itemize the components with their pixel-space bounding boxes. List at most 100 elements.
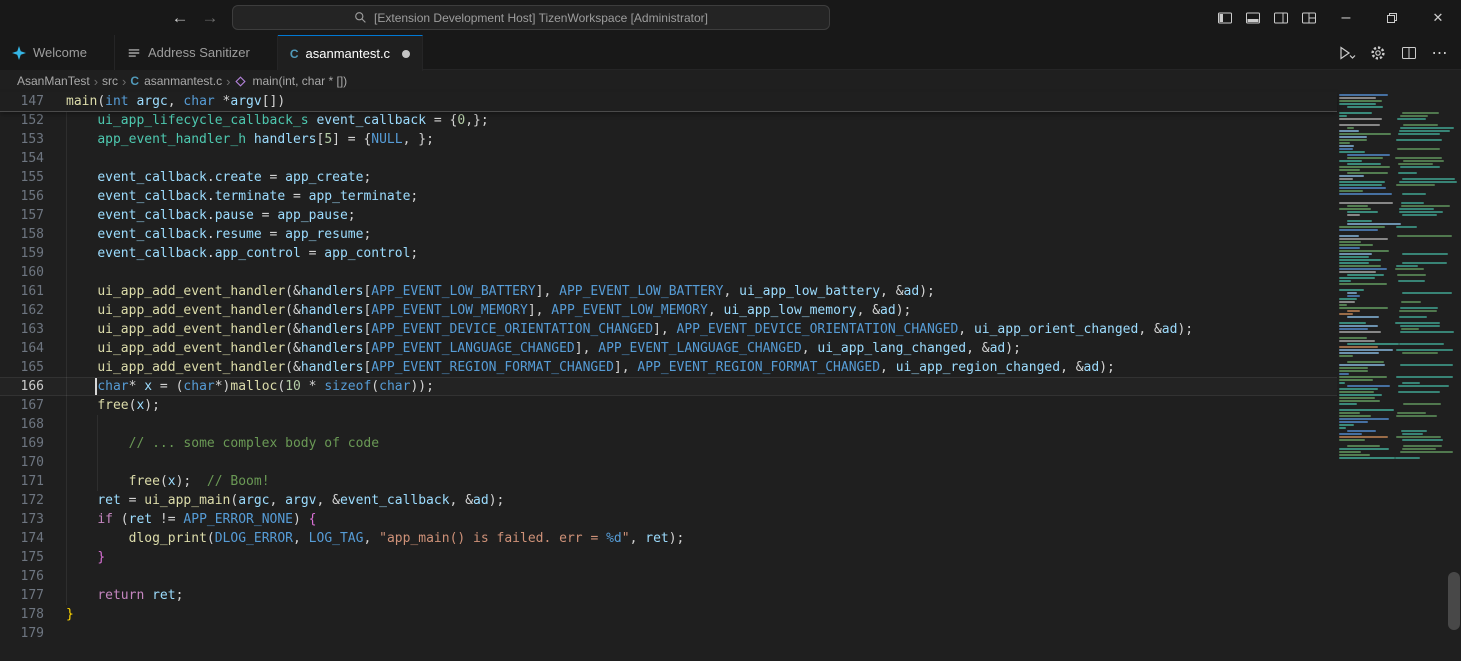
code-line[interactable]: 160 — [0, 263, 1337, 282]
close-button[interactable]: ✕ — [1415, 0, 1461, 35]
line-number[interactable]: 171 — [0, 472, 44, 491]
restore-button[interactable] — [1369, 0, 1415, 35]
code-line[interactable]: 168 — [0, 415, 1337, 434]
symbol-method-icon — [234, 75, 247, 88]
window-title: [Extension Development Host] TizenWorksp… — [374, 11, 708, 25]
minimize-button[interactable]: – — [1323, 0, 1369, 35]
tab-address-sanitizer[interactable]: Address Sanitizer — [115, 35, 278, 70]
title-bar: ← → [Extension Development Host] TizenWo… — [0, 0, 1461, 35]
code-line[interactable]: 169 // ... some complex body of code — [0, 434, 1337, 453]
line-number[interactable]: 147 — [0, 92, 44, 111]
vertical-scrollbar[interactable] — [1447, 92, 1461, 661]
minimap[interactable] — [1337, 92, 1447, 661]
split-editor-button[interactable] — [1398, 41, 1420, 65]
line-number[interactable]: 162 — [0, 301, 44, 320]
breadcrumb-item-main-int-char[interactable]: main(int, char * []) — [234, 74, 347, 88]
breadcrumb-item-src[interactable]: src — [102, 74, 118, 88]
run-or-debug-button[interactable] — [1336, 41, 1358, 65]
code-text: return ret; — [66, 586, 183, 605]
settings-button[interactable] — [1367, 41, 1389, 65]
line-number[interactable]: 159 — [0, 244, 44, 263]
code-line[interactable]: 174 dlog_print(DLOG_ERROR, LOG_TAG, "app… — [0, 529, 1337, 548]
line-number[interactable]: 157 — [0, 206, 44, 225]
line-number[interactable]: 163 — [0, 320, 44, 339]
code-line[interactable]: 159 event_callback.app_control = app_con… — [0, 244, 1337, 263]
code-line[interactable]: 171 free(x); // Boom! — [0, 472, 1337, 491]
line-number[interactable]: 176 — [0, 567, 44, 586]
line-number[interactable]: 158 — [0, 225, 44, 244]
code-line[interactable]: 164 ui_app_add_event_handler(&handlers[A… — [0, 339, 1337, 358]
code-line[interactable]: 152 ui_app_lifecycle_callback_s event_ca… — [0, 111, 1337, 130]
code-text: event_callback.app_control = app_control… — [66, 244, 418, 263]
ellipsis-icon: ⋯ — [1432, 43, 1449, 63]
line-number[interactable]: 164 — [0, 339, 44, 358]
line-number[interactable]: 170 — [0, 453, 44, 472]
code-line[interactable]: 154 — [0, 149, 1337, 168]
toggle-panel-button[interactable] — [1239, 0, 1267, 35]
code-line[interactable]: 179 — [0, 624, 1337, 643]
code-text: event_callback.resume = app_resume; — [66, 225, 371, 244]
line-number[interactable]: 174 — [0, 529, 44, 548]
line-number[interactable]: 173 — [0, 510, 44, 529]
line-number[interactable]: 177 — [0, 586, 44, 605]
code-line[interactable]: 153 app_event_handler_h handlers[5] = {N… — [0, 130, 1337, 149]
line-number[interactable]: 165 — [0, 358, 44, 377]
code-text: } — [66, 605, 74, 624]
play-icon — [1337, 45, 1357, 61]
breadcrumb-item-asanmantest[interactable]: AsanManTest — [17, 74, 90, 88]
code-text: event_callback.terminate = app_terminate… — [66, 187, 418, 206]
customize-layout-button[interactable] — [1295, 0, 1323, 35]
code-line[interactable]: 166 char* x = (char*)malloc(10 * sizeof(… — [0, 377, 1337, 396]
code-line[interactable]: 155 event_callback.create = app_create; — [0, 168, 1337, 187]
line-number[interactable]: 153 — [0, 130, 44, 149]
code-line[interactable]: 172 ret = ui_app_main(argc, argv, &event… — [0, 491, 1337, 510]
tab-welcome[interactable]: Welcome — [0, 35, 115, 70]
line-number[interactable]: 160 — [0, 263, 44, 282]
more-actions-button[interactable]: ⋯ — [1429, 41, 1451, 65]
back-button[interactable]: ← — [166, 0, 194, 35]
code-line[interactable]: 178} — [0, 605, 1337, 624]
line-number[interactable]: 178 — [0, 605, 44, 624]
code-line[interactable]: 162 ui_app_add_event_handler(&handlers[A… — [0, 301, 1337, 320]
line-number[interactable]: 168 — [0, 415, 44, 434]
code-line[interactable]: 156 event_callback.terminate = app_termi… — [0, 187, 1337, 206]
code-line[interactable]: 176 — [0, 567, 1337, 586]
line-number[interactable]: 156 — [0, 187, 44, 206]
toggle-secondary-sidebar-button[interactable] — [1267, 0, 1295, 35]
toggle-primary-sidebar-button[interactable] — [1211, 0, 1239, 35]
line-number[interactable]: 167 — [0, 396, 44, 415]
code-text: event_callback.create = app_create; — [66, 168, 371, 187]
modified-dot-icon[interactable] — [402, 50, 410, 58]
tab-asanmantest-c[interactable]: Casanmantest.c — [278, 35, 423, 71]
line-number[interactable]: 169 — [0, 434, 44, 453]
breadcrumb-item-asanmantest-c[interactable]: Casanmantest.c — [130, 74, 222, 88]
line-number[interactable]: 152 — [0, 111, 44, 130]
code-line[interactable]: 170 — [0, 453, 1337, 472]
code-line[interactable]: 161 ui_app_add_event_handler(&handlers[A… — [0, 282, 1337, 301]
code-text: app_event_handler_h handlers[5] = {NULL,… — [66, 130, 434, 149]
line-number[interactable]: 155 — [0, 168, 44, 187]
code-line[interactable]: 157 event_callback.pause = app_pause; — [0, 206, 1337, 225]
code-text: event_callback.pause = app_pause; — [66, 206, 356, 225]
line-number[interactable]: 172 — [0, 491, 44, 510]
forward-button[interactable]: → — [196, 0, 224, 35]
line-number[interactable]: 175 — [0, 548, 44, 567]
tab-label: Welcome — [33, 45, 87, 60]
scrollbar-thumb[interactable] — [1448, 572, 1460, 630]
search-icon — [354, 11, 367, 24]
code-line[interactable]: 175 } — [0, 548, 1337, 567]
line-number[interactable]: 161 — [0, 282, 44, 301]
code-line[interactable]: 173 if (ret != APP_ERROR_NONE) { — [0, 510, 1337, 529]
code-line[interactable]: 177 return ret; — [0, 586, 1337, 605]
command-center[interactable]: [Extension Development Host] TizenWorksp… — [232, 5, 830, 30]
gear-icon — [1370, 45, 1386, 61]
line-number[interactable]: 179 — [0, 624, 44, 643]
code-line[interactable]: 163 ui_app_add_event_handler(&handlers[A… — [0, 320, 1337, 339]
code-line[interactable]: 158 event_callback.resume = app_resume; — [0, 225, 1337, 244]
line-number[interactable]: 154 — [0, 149, 44, 168]
sticky-scroll-line[interactable]: 147main(int argc, char *argv[]) — [0, 92, 1337, 111]
sticky-code-line[interactable]: 147main(int argc, char *argv[]) — [0, 92, 1337, 111]
code-line[interactable]: 165 ui_app_add_event_handler(&handlers[A… — [0, 358, 1337, 377]
line-number[interactable]: 166 — [0, 377, 44, 396]
code-line[interactable]: 167 free(x); — [0, 396, 1337, 415]
